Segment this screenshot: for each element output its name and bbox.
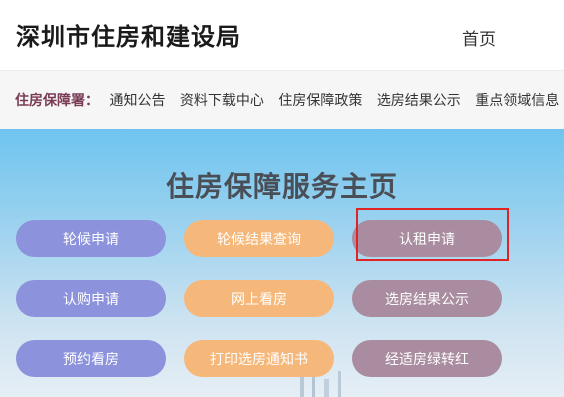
home-link[interactable]: 首页 <box>462 25 496 50</box>
selection-result-button[interactable]: 选房结果公示 <box>352 280 502 317</box>
nav-bar: 住房保障署： 通知公告 资料下载中心 住房保障政策 选房结果公示 重点领域信息 <box>0 71 564 129</box>
lunhou-apply-button[interactable]: 轮候申请 <box>16 220 166 257</box>
nav-item-policy[interactable]: 住房保障政策 <box>278 93 362 109</box>
eco-housing-convert-button[interactable]: 经适房绿转红 <box>352 340 502 377</box>
print-notice-button[interactable]: 打印选房通知书 <box>184 340 334 377</box>
hero-banner: 住房保障服务主页 轮候申请 轮候结果查询 认租申请 认购申请 网上看房 选房结果… <box>0 129 564 397</box>
rent-apply-button[interactable]: 认租申请 <box>352 220 502 257</box>
book-view-button[interactable]: 预约看房 <box>16 340 166 377</box>
nav-inner: 住房保障署： 通知公告 资料下载中心 住房保障政策 选房结果公示 重点领域信息 <box>15 90 564 110</box>
nav-section-label: 住房保障署： <box>15 93 99 109</box>
nav-item-key-areas[interactable]: 重点领域信息 <box>475 93 559 109</box>
nav-item-selection-results[interactable]: 选房结果公示 <box>377 93 461 109</box>
online-view-button[interactable]: 网上看房 <box>184 280 334 317</box>
nav-item-notices[interactable]: 通知公告 <box>109 93 165 109</box>
site-title: 深圳市住房和建设局 <box>16 23 241 51</box>
lunhou-result-query-button[interactable]: 轮候结果查询 <box>184 220 334 257</box>
site-header: 深圳市住房和建设局 首页 <box>0 0 564 71</box>
nav-item-downloads[interactable]: 资料下载中心 <box>180 93 264 109</box>
service-grid: 轮候申请 轮候结果查询 认租申请 认购申请 网上看房 选房结果公示 预约看房 打… <box>0 129 564 397</box>
buy-apply-button[interactable]: 认购申请 <box>16 280 166 317</box>
